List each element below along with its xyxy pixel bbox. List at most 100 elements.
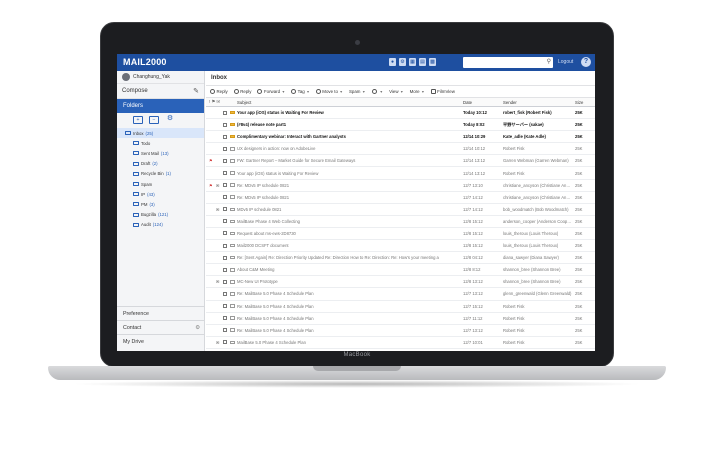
- flag-icon[interactable]: ⚑: [209, 183, 213, 188]
- row-sender: louis_theroux (Louis Theroux): [503, 230, 559, 236]
- table-row[interactable]: Re: MailBase 5.0 Phase 4 Schedule Plan 12…: [206, 288, 595, 301]
- person-icon[interactable]: ●: [389, 58, 396, 66]
- table-row[interactable]: Complimentary webinar: Interact with Gar…: [206, 131, 595, 144]
- spam-button[interactable]: Spam ▼: [349, 89, 366, 94]
- folder-icon: [125, 131, 131, 136]
- reply-button[interactable]: Reply: [210, 89, 228, 94]
- row-date: 12/7 13:10: [463, 182, 483, 188]
- row-checkbox[interactable]: [223, 243, 227, 248]
- column-flags[interactable]: ! ⚑ ✉: [206, 99, 237, 105]
- more-button[interactable]: More ▼: [410, 89, 425, 94]
- table-row[interactable]: Re: [Sent Again] Re: Direction Priority …: [206, 252, 595, 265]
- tag-button[interactable]: Tag ▼: [291, 89, 310, 94]
- column-date[interactable]: Date: [463, 100, 503, 105]
- calendar-icon[interactable]: ▦: [409, 58, 416, 66]
- table-row[interactable]: ⚑ ✉ Re: MDv5 IP schedule 0821 12/7 13:10 chr…: [206, 180, 595, 192]
- gear-icon[interactable]: ⚙: [195, 321, 200, 335]
- row-checkbox[interactable]: [223, 255, 227, 260]
- flag-icon[interactable]: ⚑: [209, 158, 213, 163]
- table-row[interactable]: Re: MailBase 5.0 Phase 4 Schedule Plan 12…: [206, 301, 595, 313]
- forward-button[interactable]: Forward ▼: [257, 89, 285, 94]
- row-checkbox[interactable]: [223, 231, 227, 236]
- row-checkbox[interactable]: [223, 110, 227, 115]
- row-flags: [206, 146, 237, 151]
- table-row[interactable]: Re: MailBase 5.0 Phase 4 Schedule Plan 12…: [206, 325, 595, 337]
- table-row[interactable]: ✉ MDv5 IP schedule 0821 12/7 14:12 bob_wood…: [206, 204, 595, 216]
- table-row[interactable]: MailBase Phase 4 Web Collecting 12/8 15:1…: [206, 216, 595, 228]
- chevron-down-icon: ▼: [339, 89, 343, 94]
- table-row[interactable]: (#8v4) release note part1 Today 8:02 平野サーバ…: [206, 119, 595, 132]
- row-checkbox[interactable]: [223, 195, 227, 200]
- row-checkbox[interactable]: [223, 183, 227, 188]
- sidebar-contact[interactable]: Contact ⚙: [117, 320, 205, 334]
- row-checkbox[interactable]: [223, 328, 227, 333]
- user-row[interactable]: Changhung_Yak: [117, 71, 204, 84]
- table-row[interactable]: ⚑ FW: Gartner Report – Market Guide for S…: [206, 155, 595, 168]
- add-folder-icon[interactable]: +: [133, 116, 143, 124]
- folders-header[interactable]: Folders: [117, 99, 204, 113]
- column-subject[interactable]: Subject: [237, 100, 463, 105]
- column-sender[interactable]: Sender: [503, 100, 575, 105]
- grid-icon[interactable]: ▩: [429, 58, 436, 66]
- table-row[interactable]: UX designers in action: now on AdobeLive…: [206, 143, 595, 156]
- row-checkbox[interactable]: [223, 207, 227, 212]
- contacts-icon[interactable]: ▤: [419, 58, 426, 66]
- table-row[interactable]: Re: MDv5 IP schedule 0821 12/7 14:12 chris…: [206, 192, 595, 204]
- move-to-button[interactable]: Move to ▼: [315, 89, 343, 94]
- compose-button[interactable]: Compose ✎: [117, 84, 204, 99]
- sidebar-item-folder[interactable]: IP (43): [125, 189, 204, 199]
- row-checkbox[interactable]: [223, 340, 227, 345]
- table-row[interactable]: Mail2000 DCSFT document 12/8 15:12 louis_t…: [206, 240, 595, 253]
- search-icon[interactable]: ⚲: [547, 58, 551, 65]
- column-size[interactable]: Size: [575, 100, 595, 105]
- row-flags: [206, 134, 237, 139]
- edit-folder-icon[interactable]: −: [149, 116, 159, 124]
- gear-icon[interactable]: ⚙: [399, 58, 406, 66]
- row-checkbox[interactable]: [223, 219, 227, 224]
- sidebar-item-folder[interactable]: PM (3): [125, 199, 204, 209]
- sidebar-item-folder[interactable]: Audit (124): [125, 220, 204, 230]
- help-icon[interactable]: ?: [581, 57, 591, 67]
- row-checkbox[interactable]: [223, 304, 227, 309]
- sidebar-item-folder[interactable]: Draft (2): [125, 159, 204, 169]
- table-row[interactable]: About C&M Meeting 12/8 8:12 shannon_bree (…: [206, 264, 595, 277]
- row-checkbox[interactable]: [223, 146, 227, 151]
- row-checkbox[interactable]: [223, 291, 227, 296]
- sidebar-preference[interactable]: Preference: [117, 306, 205, 320]
- sidebar-item-folder[interactable]: Spam: [125, 179, 204, 189]
- reply-all-button[interactable]: Reply: [233, 89, 251, 94]
- row-date: 12/8 15:12: [463, 218, 483, 224]
- search-input[interactable]: ⚲: [463, 57, 553, 68]
- view-button[interactable]: View ▼: [389, 89, 404, 94]
- gear-icon[interactable]: ⚙: [165, 115, 175, 124]
- sidebar-item-folder[interactable]: Sent Mail (13): [125, 148, 204, 158]
- row-checkbox[interactable]: [223, 158, 227, 163]
- sidebar-mydrive[interactable]: My Drive: [117, 334, 205, 348]
- row-checkbox[interactable]: [223, 316, 227, 321]
- sidebar-item-folder[interactable]: Bugzilla (121): [125, 210, 204, 220]
- table-row[interactable]: Your app (iOS) status is Waiting For Rev…: [206, 167, 595, 180]
- envelope-icon: [230, 122, 235, 127]
- row-checkbox[interactable]: [223, 279, 227, 284]
- envelope-icon: [230, 171, 235, 175]
- table-row[interactable]: Request about ms-ews-2D8730 12/8 15:12 lou…: [206, 228, 595, 241]
- filmview-button[interactable]: FilmView: [430, 89, 455, 94]
- row-checkbox[interactable]: [223, 267, 227, 272]
- sidebar-item-folder[interactable]: Inbox (25): [117, 128, 204, 139]
- tag-label: Tag: [297, 89, 305, 94]
- table-row[interactable]: ✉ MailBase 5.0 Phase 4 Schedule Plan 12/7 …: [206, 337, 595, 349]
- spam-label: Spam: [348, 89, 361, 94]
- folder-icon: [133, 192, 139, 197]
- table-row[interactable]: Re: MailBase 5.0 Phase 4 Schedule Plan 12…: [206, 313, 595, 325]
- row-checkbox[interactable]: [223, 171, 227, 176]
- app-logo[interactable]: MAIL2000: [123, 57, 167, 67]
- sidebar-item-folder[interactable]: Recycle Bin (1): [125, 169, 204, 179]
- row-checkbox[interactable]: [223, 134, 227, 139]
- sidebar-item-folder[interactable]: Todo: [125, 138, 204, 148]
- logout-link[interactable]: Logout: [558, 59, 573, 65]
- table-row[interactable]: Your app (iOS) status is Waiting For Rev…: [206, 107, 595, 120]
- table-row[interactable]: ✉ MC-New UI Prototype 12/8 13:12 shannon_br…: [206, 276, 595, 289]
- settings-dropdown[interactable]: ▼: [371, 89, 383, 94]
- row-checkbox[interactable]: [223, 122, 227, 127]
- sidebar-contact-label: Contact: [123, 325, 142, 331]
